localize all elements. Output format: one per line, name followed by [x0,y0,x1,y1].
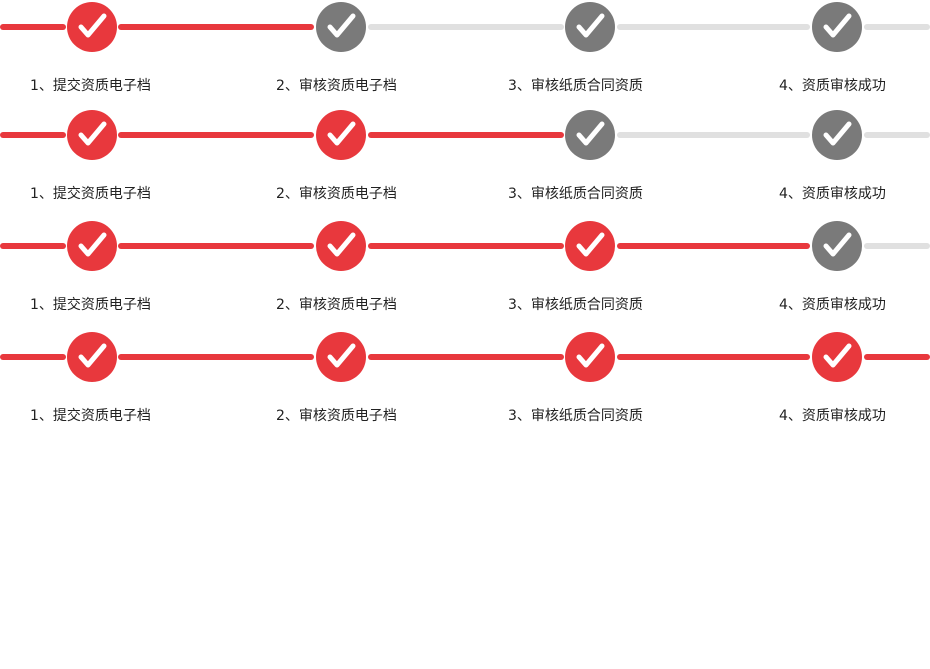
connector-line [0,243,66,249]
connector-line [617,354,810,360]
check-icon [78,13,107,38]
connector-line [0,24,66,30]
step-node [67,221,117,271]
connector-line [118,354,314,360]
step-label: 3、审核纸质合同资质 [508,408,643,424]
step-label: 4、资质审核成功 [779,78,886,94]
connector-line [617,24,810,30]
connector-line [617,132,810,138]
connector-line [0,354,66,360]
check-icon [576,343,605,368]
step-label: 2、审核资质电子档 [276,186,397,202]
step-node [565,221,615,271]
progress-stepper-1: 1、提交资质电子档 2、审核资质电子档 3、审核纸质合同资质 4、资质审核成功 [0,0,930,100]
check-icon [327,232,356,257]
connector-line [864,24,930,30]
step-label: 4、资质审核成功 [779,297,886,313]
step-label: 4、资质审核成功 [779,186,886,202]
step-node [565,110,615,160]
check-icon [823,232,852,257]
check-icon [823,121,852,146]
step-label: 3、审核纸质合同资质 [508,78,643,94]
connector-line [864,132,930,138]
check-icon [823,13,852,38]
step-node [316,332,366,382]
check-icon [327,13,356,38]
step-node [812,2,862,52]
step-label: 1、提交资质电子档 [30,78,151,94]
check-icon [78,121,107,146]
check-icon [327,121,356,146]
step-node [316,110,366,160]
connector-line [368,132,564,138]
step-label: 1、提交资质电子档 [30,186,151,202]
check-icon [576,13,605,38]
progress-stepper-4: 1、提交资质电子档 2、审核资质电子档 3、审核纸质合同资质 4、资质审核成功 [0,330,930,430]
step-label: 3、审核纸质合同资质 [508,186,643,202]
connector-line [368,243,564,249]
check-icon [78,232,107,257]
progress-stepper-2: 1、提交资质电子档 2、审核资质电子档 3、审核纸质合同资质 4、资质审核成功 [0,108,930,208]
step-node [316,221,366,271]
check-icon [327,343,356,368]
step-node [316,2,366,52]
step-label: 2、审核资质电子档 [276,78,397,94]
step-node [565,332,615,382]
step-label: 3、审核纸质合同资质 [508,297,643,313]
step-node [812,332,862,382]
connector-line [0,132,66,138]
step-label: 2、审核资质电子档 [276,408,397,424]
connector-line [118,132,314,138]
step-label: 1、提交资质电子档 [30,297,151,313]
step-node [67,2,117,52]
step-node [565,2,615,52]
connector-line [864,243,930,249]
connector-line [368,24,564,30]
connector-line [118,24,314,30]
connector-line [864,354,930,360]
check-icon [823,343,852,368]
connector-line [368,354,564,360]
step-node [812,221,862,271]
connector-line [617,243,810,249]
check-icon [576,121,605,146]
check-icon [78,343,107,368]
check-icon [576,232,605,257]
step-label: 2、审核资质电子档 [276,297,397,313]
step-label: 1、提交资质电子档 [30,408,151,424]
step-node [67,332,117,382]
step-label: 4、资质审核成功 [779,408,886,424]
step-node [812,110,862,160]
step-node [67,110,117,160]
connector-line [118,243,314,249]
progress-stepper-3: 1、提交资质电子档 2、审核资质电子档 3、审核纸质合同资质 4、资质审核成功 [0,219,930,319]
